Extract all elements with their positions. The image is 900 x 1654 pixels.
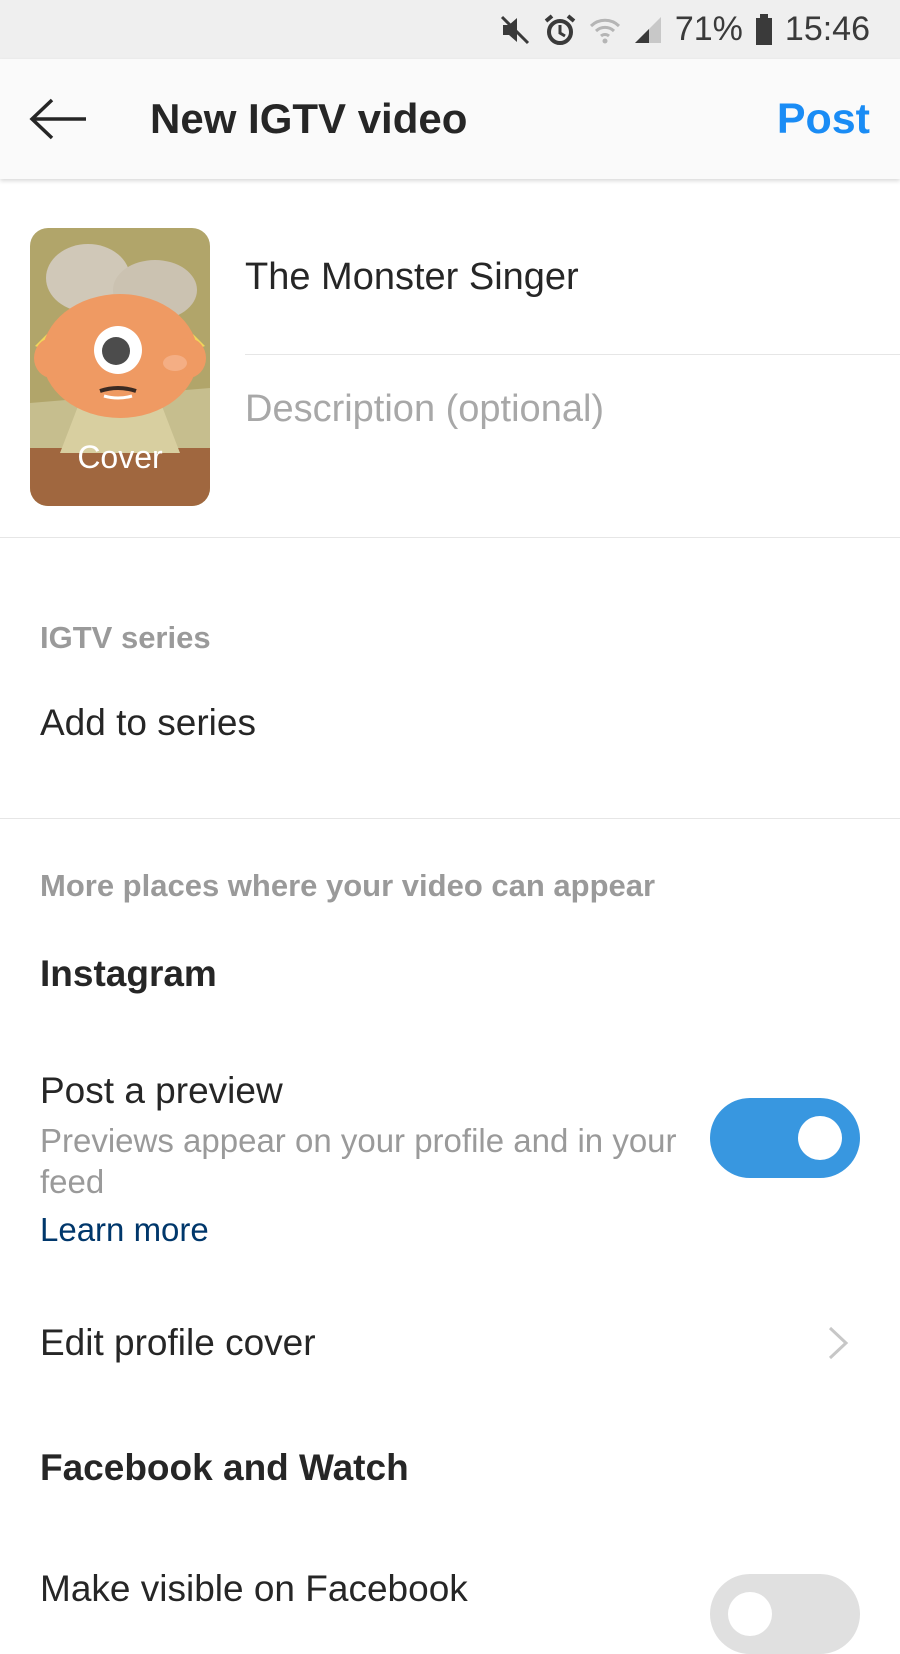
series-section-label: IGTV series xyxy=(40,620,211,655)
toggle-knob xyxy=(728,1592,772,1636)
mute-icon xyxy=(499,14,531,46)
post-preview-toggle[interactable] xyxy=(710,1098,860,1178)
clock: 15:46 xyxy=(784,10,870,48)
learn-more-link[interactable]: Learn more xyxy=(40,1211,209,1249)
alarm-icon xyxy=(543,13,577,47)
divider xyxy=(0,537,900,538)
description-input[interactable]: Description (optional) xyxy=(245,388,900,431)
instagram-heading: Instagram xyxy=(40,953,217,994)
battery-percent: 71% xyxy=(674,10,743,48)
cover-label: Cover xyxy=(77,439,163,475)
title-input[interactable]: The Monster Singer xyxy=(245,256,900,299)
page-title: New IGTV video xyxy=(150,95,468,142)
field-divider xyxy=(245,354,900,355)
back-button[interactable] xyxy=(28,97,90,141)
battery-icon xyxy=(755,13,773,46)
toggle-knob xyxy=(798,1116,842,1160)
facebook-visible-toggle[interactable] xyxy=(710,1574,860,1654)
cover-thumbnail[interactable]: Cover xyxy=(30,228,210,506)
app-bar: New IGTV video Post xyxy=(0,59,900,179)
post-button[interactable]: Post xyxy=(777,95,870,144)
divider xyxy=(0,818,900,819)
arrow-left-icon xyxy=(29,98,86,140)
wifi-icon xyxy=(589,14,621,46)
edit-profile-cover-button[interactable]: Edit profile cover xyxy=(40,1322,316,1364)
signal-icon xyxy=(633,15,663,45)
facebook-visible-label: Make visible on Facebook xyxy=(40,1568,468,1609)
chevron-right-icon[interactable] xyxy=(826,1325,852,1361)
facebook-heading: Facebook and Watch xyxy=(40,1447,409,1488)
places-section-label: More places where your video can appear xyxy=(40,868,656,903)
preview-description: Previews appear on your profile and in y… xyxy=(40,1122,677,1200)
preview-title: Post a preview xyxy=(40,1070,283,1111)
status-bar: 71% 15:46 xyxy=(0,0,900,59)
add-to-series-button[interactable]: Add to series xyxy=(40,702,256,744)
